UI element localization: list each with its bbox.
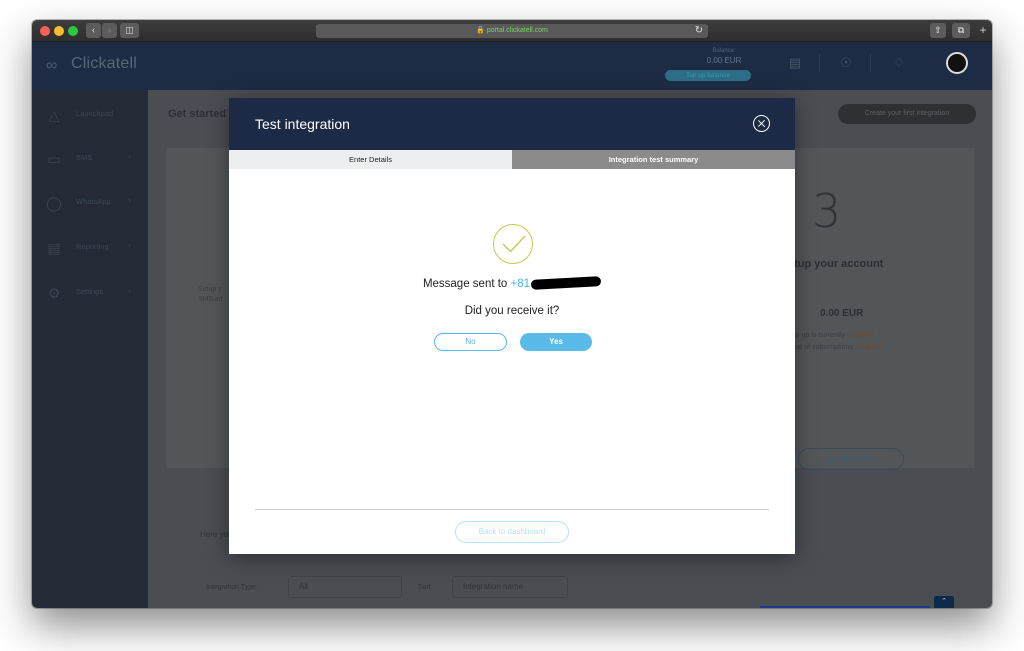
gear-icon: ⚙ <box>47 285 61 301</box>
step-title: etup your account <box>788 258 884 270</box>
url-text: portal.clickatell.com <box>486 27 548 34</box>
sidebar-item-label: Launchpad <box>76 109 114 118</box>
new-tab-icon[interactable]: + <box>976 23 990 38</box>
modal-header: Test integration <box>229 98 795 150</box>
tab-enter-details[interactable]: Enter Details <box>229 150 512 169</box>
minimize-window-button[interactable] <box>54 26 64 36</box>
logo-text: Clickatell <box>71 55 138 72</box>
bell-icon[interactable]: ♢ <box>890 54 908 72</box>
test-integration-modal: Test integration Enter Details Integrati… <box>229 98 795 554</box>
receive-question: Did you receive it? <box>464 305 560 317</box>
top-up-balance-button[interactable]: Top up balance <box>665 70 751 81</box>
store-icon[interactable]: ▤ <box>786 54 804 72</box>
share-icon[interactable]: ⇧ <box>930 23 946 38</box>
message-sent-text: Message sent to +81 <box>229 276 795 290</box>
sidebar-item-label: SMS <box>76 153 93 162</box>
yes-button[interactable]: Yes <box>520 333 592 351</box>
reload-icon[interactable]: ↻ <box>692 24 706 38</box>
back-icon[interactable]: ‹ <box>86 23 101 38</box>
renewal-status: disabled <box>854 344 881 351</box>
sidebar-item-reporting[interactable]: ▤ Reporting › <box>32 233 148 263</box>
back-to-dashboard-button[interactable]: Back to dashboard <box>455 521 569 543</box>
chevron-right-icon: › <box>128 195 131 205</box>
chevron-right-icon: › <box>128 285 131 295</box>
close-window-button[interactable] <box>40 26 50 36</box>
topup-note: o top up is currently disabled <box>784 332 873 339</box>
forward-icon[interactable]: › <box>102 23 117 38</box>
integration-type-select[interactable]: All <box>288 576 402 598</box>
no-button[interactable]: No <box>434 333 507 351</box>
sidebar-item-launchpad[interactable]: △ Launchpad <box>32 100 148 130</box>
chevron-right-icon: › <box>128 240 131 250</box>
sidebar-item-whatsapp[interactable]: ◯ WhatsApp › <box>32 188 148 218</box>
tab-integration-test-summary[interactable]: Integration test summary <box>512 150 795 169</box>
whatsapp-icon: ◯ <box>46 195 62 211</box>
rocket-icon: △ <box>48 107 60 123</box>
lock-icon: 🔒 <box>476 27 485 34</box>
sidebar-item-settings[interactable]: ⚙ Settings › <box>32 278 148 308</box>
create-integration-button[interactable]: Create your first integration <box>838 104 976 124</box>
header-divider <box>819 54 820 72</box>
sidebar-item-label: Settings <box>76 287 104 296</box>
success-check-icon <box>493 224 533 264</box>
sidebar-toggle-icon[interactable]: ◫ <box>120 23 139 38</box>
sidebar-item-label: WhatsApp <box>76 197 111 206</box>
integration-type-label: Integration Type: <box>206 584 259 591</box>
lightbulb-icon[interactable]: ☉ <box>837 54 855 72</box>
chevron-right-icon: › <box>128 151 131 161</box>
clickatell-logo-icon: ∞ <box>46 57 58 74</box>
bottom-progress-bar <box>760 606 930 608</box>
phone-number: +81 <box>510 278 531 290</box>
renewal-note: newal of subscriptions disabled <box>784 344 881 351</box>
account-balance: 0.00 EUR <box>820 308 864 319</box>
sort-label: Sort: <box>418 584 433 591</box>
sidebar-item-label: Reporting <box>76 242 109 251</box>
scroll-top-icon[interactable]: ⌃ <box>934 596 954 608</box>
step-one-text: SMS int <box>198 296 223 303</box>
close-icon[interactable] <box>753 115 770 132</box>
chart-icon: ▤ <box>47 240 61 256</box>
message-prefix: Message sent to <box>422 278 508 290</box>
address-bar[interactable]: 🔒 portal.clickatell.com <box>316 24 708 38</box>
modal-title: Test integration <box>255 116 350 132</box>
modal-divider <box>255 509 769 510</box>
balance-label: Balance: <box>712 48 736 54</box>
tabs-overview-icon[interactable]: ⧉ <box>952 23 970 38</box>
setup-billing-button[interactable]: Setup billing <box>798 448 904 470</box>
sort-select[interactable]: Integration name <box>452 576 568 598</box>
page-title: Get started <box>168 108 227 120</box>
sidebar-item-sms[interactable]: ▭ SMS › <box>32 144 148 174</box>
header-divider <box>870 54 871 72</box>
sms-icon: ▭ <box>47 151 61 167</box>
topup-status: disabled <box>847 332 874 339</box>
sidebar: △ Launchpad ▭ SMS › ◯ WhatsApp › ▤ Repor… <box>32 90 148 608</box>
step-number: 3 <box>812 184 842 238</box>
step-one-text: Setup y <box>198 286 222 293</box>
redacted-phone-digits <box>530 276 602 290</box>
avatar[interactable] <box>946 52 968 74</box>
balance-value: 0.00 EUR <box>706 56 742 65</box>
browser-toolbar: ‹ › ◫ 🔒 portal.clickatell.com ↻ ⇧ ⧉ + <box>32 20 992 42</box>
zoom-window-button[interactable] <box>68 26 78 36</box>
